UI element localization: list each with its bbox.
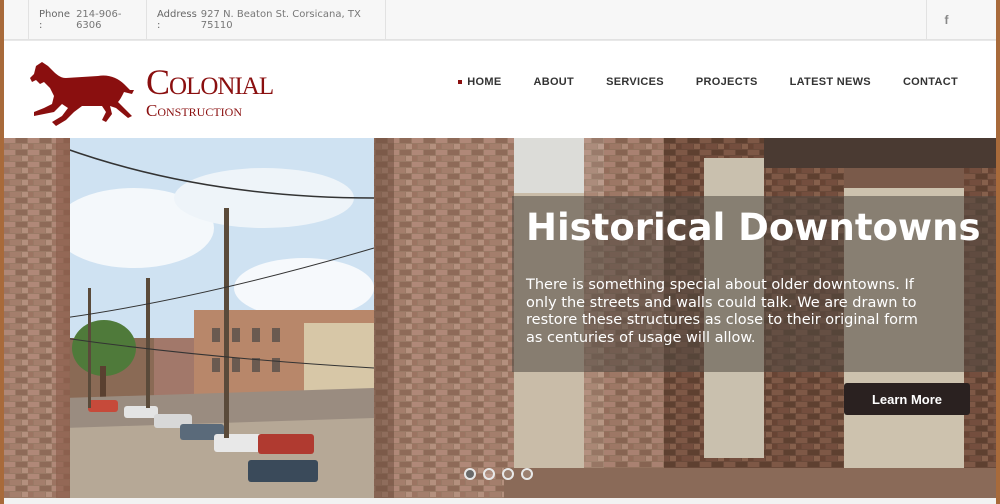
logo-line-2: Construction: [146, 101, 243, 120]
hero-title: Historical Downtowns: [526, 206, 981, 249]
facebook-icon[interactable]: f: [926, 0, 966, 40]
nav-projects[interactable]: PROJECTS: [696, 76, 758, 88]
nav-projects-label: PROJECTS: [695, 76, 758, 88]
address-info: Address :927 N. Beaton St. Corsicana, TX…: [146, 0, 386, 40]
slider-pagination: [464, 468, 533, 480]
logo-line-1: Colonial: [146, 62, 274, 102]
phone-info: Phone : 214-906-6306: [28, 0, 146, 40]
nav-contact-label: CONTACT: [902, 76, 958, 88]
top-info-bar: Phone : 214-906-6306 Address :927 N. Beat…: [4, 0, 996, 40]
slide-dot-3[interactable]: [502, 468, 514, 480]
nav-services[interactable]: SERVICES: [606, 76, 664, 88]
slide-dot-1[interactable]: [464, 468, 476, 480]
nav-latest-news[interactable]: LATEST NEWS: [790, 76, 871, 88]
site-header: Colonial Construction HOME ABOUT SERVICE…: [4, 41, 996, 138]
learn-more-button[interactable]: Learn More: [844, 383, 970, 415]
content-area-edge: [4, 498, 996, 504]
nav-services-label: SERVICES: [606, 76, 664, 88]
nav-contact[interactable]: CONTACT: [903, 76, 958, 88]
right-frame-border: [996, 0, 1000, 504]
nav-home[interactable]: HOME: [458, 76, 501, 88]
site-logo[interactable]: Colonial Construction: [26, 58, 276, 128]
address-label: Address :: [157, 9, 197, 31]
nav-home-label: HOME: [467, 76, 502, 88]
facebook-glyph: f: [944, 13, 949, 27]
main-nav: HOME ABOUT SERVICES PROJECTS LATEST NEWS…: [458, 41, 958, 123]
phone-number[interactable]: 214-906-6306: [76, 9, 146, 31]
nav-about-label: ABOUT: [533, 76, 575, 88]
slide-dot-2[interactable]: [483, 468, 495, 480]
active-indicator: [458, 80, 463, 84]
hero-slider: Historical Downtowns There is something …: [4, 138, 996, 498]
nav-about[interactable]: ABOUT: [533, 76, 574, 88]
nav-latest-news-label: LATEST NEWS: [789, 76, 871, 88]
hero-description: There is something special about older d…: [526, 277, 918, 346]
phone-label: Phone :: [39, 9, 70, 31]
horse-icon: [30, 62, 134, 126]
address-value: 927 N. Beaton St. Corsicana, TX 75110: [200, 9, 361, 31]
slide-dot-4[interactable]: [521, 468, 533, 480]
